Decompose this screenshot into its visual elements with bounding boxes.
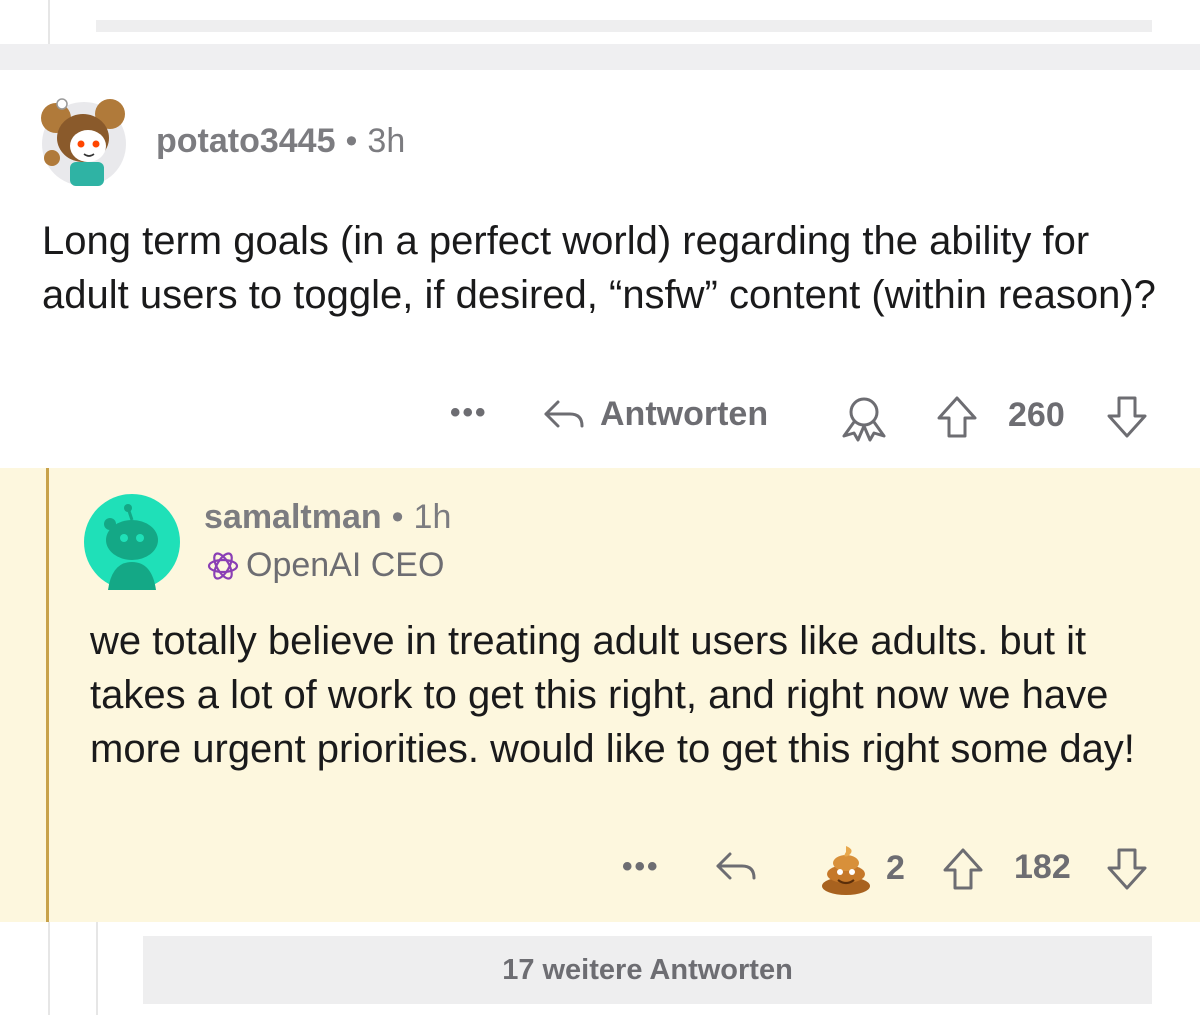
more-options-button[interactable]: ••• [450, 396, 488, 430]
downvote-icon [1107, 848, 1147, 890]
previous-more-bar [96, 20, 1152, 32]
avatar[interactable] [84, 494, 180, 590]
username[interactable]: samaltman [204, 498, 382, 536]
username[interactable]: potato3445 [156, 122, 336, 160]
flair-text: OpenAI CEO [246, 546, 445, 584]
comment-separator [0, 44, 1200, 70]
thread-line [96, 922, 98, 1015]
user-flair: OpenAI CEO [204, 546, 444, 585]
downvote-button[interactable] [1104, 394, 1150, 440]
vote-score: 260 [1008, 396, 1065, 434]
downvote-icon [1107, 396, 1147, 438]
comment-meta: potato3445 • 3h [156, 122, 405, 161]
upvote-button[interactable] [940, 846, 986, 892]
meta-separator: • [345, 122, 358, 160]
reply-button[interactable]: Antworten [540, 394, 768, 434]
comment-body: Long term goals (in a perfect world) reg… [42, 219, 1156, 317]
thread-line [48, 0, 50, 44]
award-button[interactable] [838, 392, 890, 442]
downvote-button[interactable] [1104, 846, 1150, 892]
reply-meta: samaltman • 1h [204, 498, 451, 537]
reply-button[interactable] [712, 846, 760, 886]
reply-icon [544, 400, 584, 428]
more-options-button[interactable]: ••• [622, 850, 660, 884]
reply-actions: ••• 2 182 [0, 840, 1200, 900]
comment-actions: ••• Antworten 260 [0, 388, 1200, 448]
avatar[interactable] [34, 96, 132, 186]
award-icon [842, 397, 886, 442]
vote-score: 182 [1014, 848, 1071, 886]
meta-separator: • [391, 498, 404, 536]
timestamp: 1h [413, 498, 452, 536]
reply-icon [716, 852, 756, 880]
thread-line [48, 922, 50, 1015]
more-replies-button[interactable]: 17 weitere Antworten [143, 936, 1152, 1004]
award-count: 2 [886, 848, 905, 887]
poop-award-icon [822, 846, 870, 895]
upvote-icon [937, 396, 977, 438]
upvote-button[interactable] [934, 394, 980, 440]
snoo-avatar-icon [41, 98, 126, 186]
timestamp: 3h [367, 122, 406, 160]
award-button[interactable]: 2 [818, 840, 905, 896]
openai-logo-icon [207, 551, 239, 580]
snoo-avatar-icon [84, 494, 180, 590]
upvote-icon [943, 848, 983, 890]
reply-label: Antworten [600, 394, 769, 433]
reply-body: we totally believe in treating adult use… [90, 619, 1135, 771]
